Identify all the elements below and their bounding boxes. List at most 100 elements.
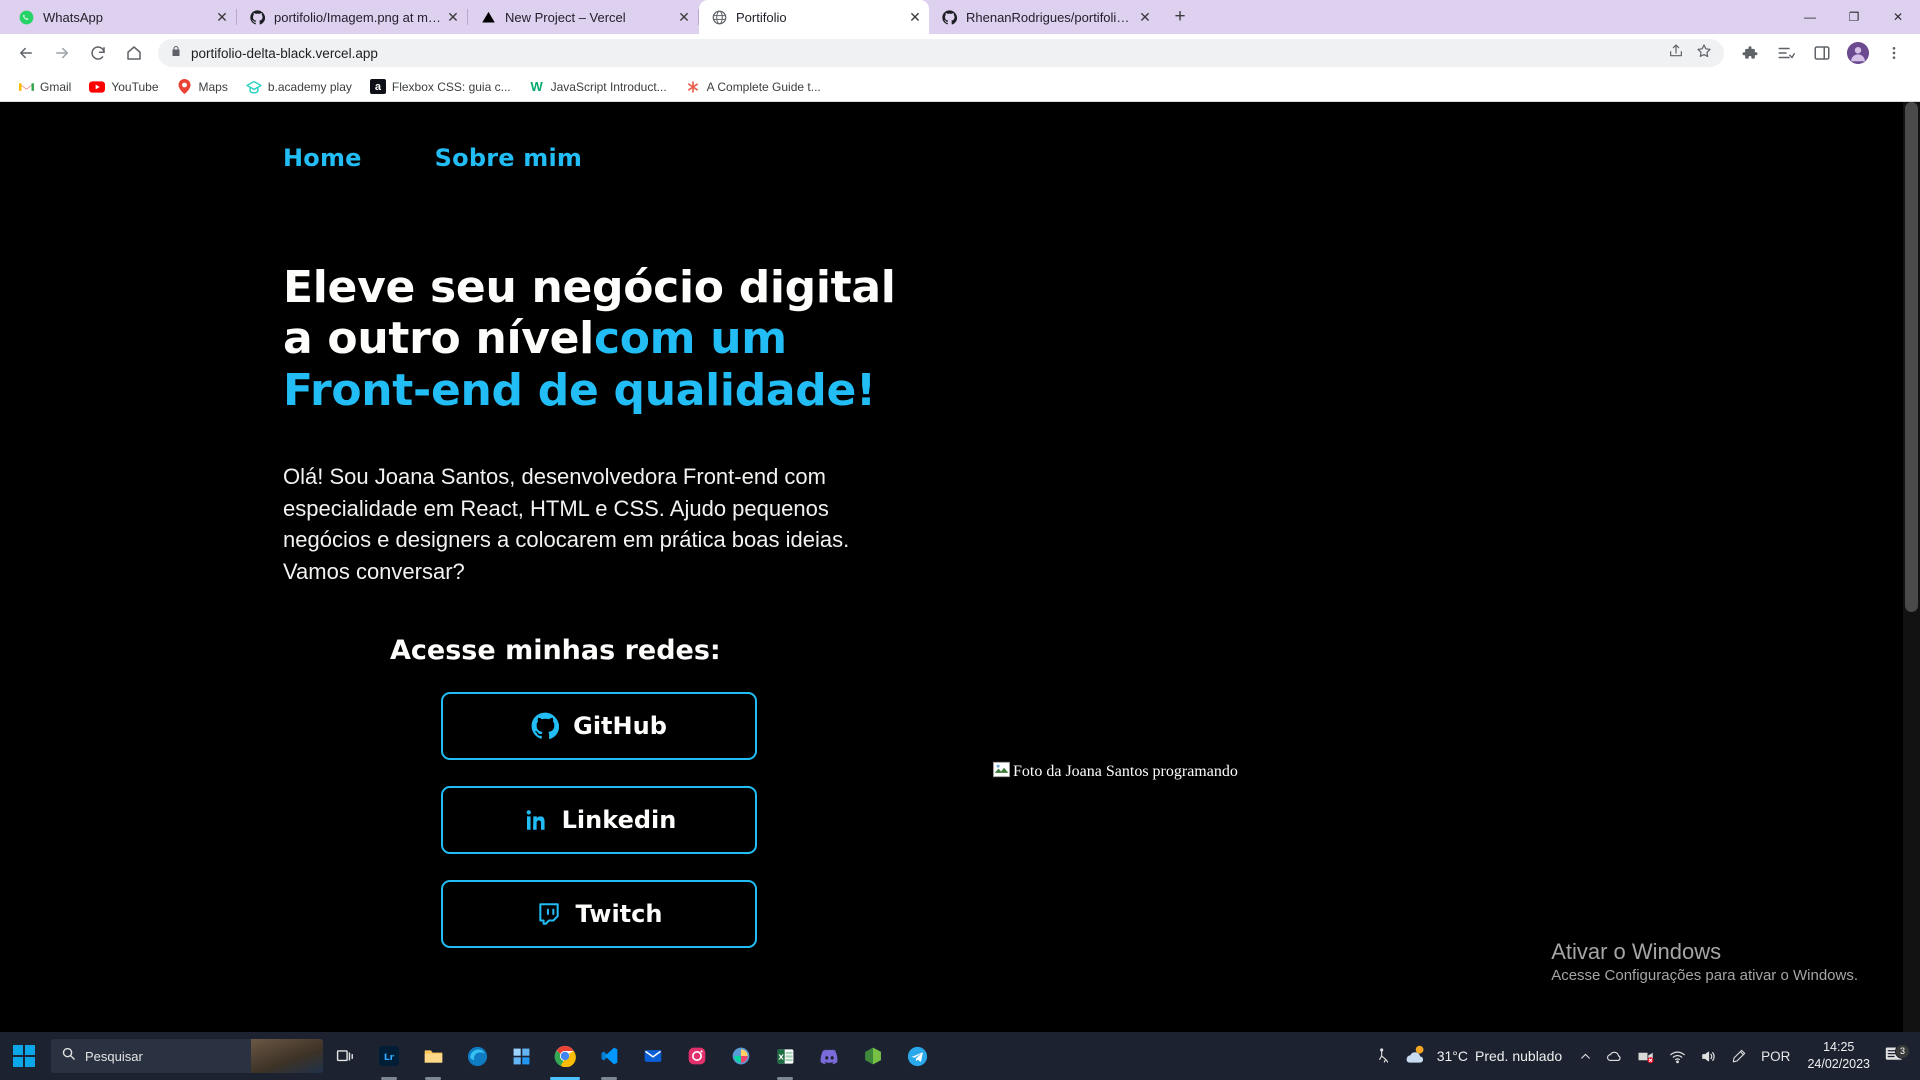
page-content: Home Sobre mim Eleve seu negócio digital… [0,102,1920,1080]
maps-icon [177,79,193,95]
watermark-title: Ativar o Windows [1551,939,1722,965]
github-icon [941,9,957,25]
system-tray: 31°C Pred. nublado POR 14:25 24/02/2023 … [1370,1032,1920,1080]
kebab-menu-icon[interactable] [1879,38,1909,68]
puzzle-icon[interactable] [1735,38,1765,68]
hero-image-placeholder: Foto da Joana Santos programando [993,761,1238,783]
reload-icon[interactable] [83,38,113,68]
social-button-github[interactable]: GitHub [441,692,757,761]
youtube-icon [89,79,106,95]
social-links-list: GitHub Linkedin Twitch [441,692,1920,949]
close-icon[interactable]: ✕ [212,7,232,27]
browser-tab[interactable]: WhatsApp ✕ [6,0,236,34]
bookmark-youtube[interactable]: YouTube [81,75,166,99]
browser-tab-active[interactable]: Portifolio ✕ [699,0,929,34]
reading-list-icon[interactable] [1771,38,1801,68]
social-button-label: GitHub [573,712,667,741]
volume-icon[interactable] [1693,1032,1724,1080]
linkedin-icon [522,807,548,833]
svg-text:Lr: Lr [384,1052,395,1063]
notification-center-button[interactable]: 3 [1880,1043,1914,1068]
bookmark-label: A Complete Guide t... [706,79,821,94]
weather-icon [1404,1043,1430,1070]
bookmark-label: JavaScript Introduct... [550,79,667,94]
remote-desktop-icon[interactable] [1370,1032,1400,1080]
weather-description: Pred. nublado [1474,1048,1563,1064]
share-icon[interactable] [1668,43,1684,64]
taskbar-search-box[interactable]: Pesquisar [51,1039,323,1073]
minimize-button[interactable]: — [1788,0,1832,34]
browser-tab[interactable]: RhenanRodrigues/portifolio: Proj ✕ [929,0,1159,34]
edge-icon[interactable] [455,1032,499,1080]
profile-avatar-image [1847,42,1869,64]
social-button-linkedin[interactable]: Linkedin [441,786,757,855]
onedrive-icon[interactable] [1599,1032,1630,1080]
bookmark-label: Flexbox CSS: guia c... [391,79,511,94]
instagram-icon[interactable] [675,1032,719,1080]
whatsapp-icon [18,9,34,25]
maximize-button[interactable]: ❐ [1832,0,1876,34]
bookmark-complete-guide[interactable]: A Complete Guide t... [677,75,829,99]
pen-icon[interactable] [1724,1032,1754,1080]
close-icon[interactable]: ✕ [443,7,463,27]
mail-icon[interactable] [631,1032,675,1080]
chevron-up-icon[interactable] [1572,1032,1599,1080]
photos-icon[interactable] [719,1032,763,1080]
side-panel-icon[interactable] [1807,38,1837,68]
taskbar-clock[interactable]: 14:25 24/02/2023 [1797,1039,1880,1073]
page-scrollbar[interactable] [1903,102,1920,1080]
bacademy-icon [246,79,262,95]
image-alt-text: Foto da Joana Santos programando [1013,763,1238,780]
close-icon[interactable]: ✕ [674,7,694,27]
csstricks-icon [685,79,701,95]
headline-line-2: a outro nível [283,313,594,365]
telegram-icon[interactable] [895,1032,939,1080]
scrollbar-thumb[interactable] [1905,102,1918,612]
tab-title: Portifolio [736,9,787,25]
browser-tab[interactable]: New Project – Vercel ✕ [468,0,698,34]
back-arrow-icon[interactable] [11,38,41,68]
bookmark-flexbox-guide[interactable]: a Flexbox CSS: guia c... [362,75,519,99]
camera-off-icon[interactable] [1630,1032,1662,1080]
close-window-button[interactable]: ✕ [1876,0,1920,34]
home-icon[interactable] [119,38,149,68]
tab-title: WhatsApp [43,9,103,25]
discord-icon[interactable] [807,1032,851,1080]
file-explorer-icon[interactable] [411,1032,455,1080]
close-icon[interactable]: ✕ [905,7,925,27]
nodejs-icon[interactable] [851,1032,895,1080]
hero-paragraph: Olá! Sou Joana Santos, desenvolvedora Fr… [283,464,850,584]
close-icon[interactable]: ✕ [1135,7,1155,27]
microsoft-store-icon[interactable] [499,1032,543,1080]
lightroom-icon[interactable]: Lr [367,1032,411,1080]
bookmark-maps[interactable]: Maps [169,75,236,99]
globe-icon [711,9,727,25]
bookmark-bacademy[interactable]: b.academy play [238,75,360,99]
new-tab-button[interactable]: + [1165,2,1195,32]
weather-widget[interactable]: 31°C Pred. nublado [1400,1043,1572,1070]
language-indicator[interactable]: POR [1754,1032,1797,1080]
address-bar[interactable]: portifolio-delta-black.vercel.app [158,39,1724,67]
vscode-icon[interactable] [587,1032,631,1080]
task-view-icon[interactable] [323,1032,367,1080]
chrome-icon[interactable] [543,1032,587,1080]
social-button-twitch[interactable]: Twitch [441,880,757,949]
bookmark-gmail[interactable]: Gmail [10,75,79,99]
bookmark-label: Gmail [40,79,72,94]
svg-text:X: X [778,1052,784,1061]
headline-accent-1: com um [593,313,787,365]
browser-tab[interactable]: portifolio/Imagem.png at main · ✕ [237,0,467,34]
social-button-label: Twitch [575,900,663,929]
social-button-label: Linkedin [561,806,677,835]
search-thumbnail [251,1039,323,1073]
windows-start-icon[interactable] [0,1032,48,1080]
hero-section: Eleve seu negócio digital a outro nívelc… [0,172,1920,949]
forward-arrow-icon[interactable] [47,38,77,68]
excel-icon[interactable]: X [763,1032,807,1080]
star-icon[interactable] [1696,43,1712,64]
nav-link-sobre-mim[interactable]: Sobre mim [435,144,582,172]
nav-link-home[interactable]: Home [283,144,362,172]
wifi-icon[interactable] [1662,1032,1693,1080]
bookmark-javascript-intro[interactable]: W JavaScript Introduct... [521,75,675,99]
avatar[interactable] [1843,38,1873,68]
